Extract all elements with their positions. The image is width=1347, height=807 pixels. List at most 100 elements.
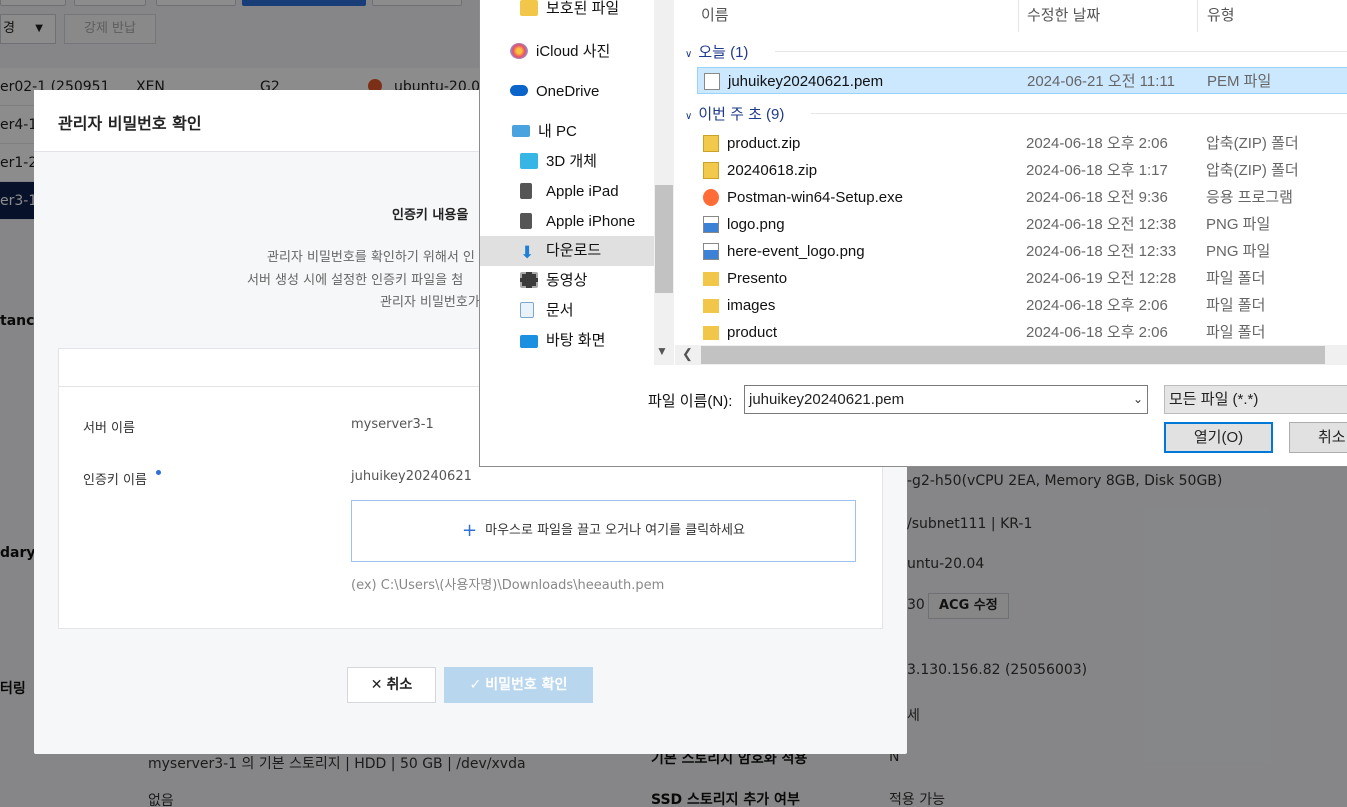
column-separator[interactable] <box>1197 0 1198 32</box>
nav-item-onedrive[interactable]: OneDrive <box>510 77 599 107</box>
3d-objects-icon <box>520 153 538 169</box>
file-icon <box>704 73 720 90</box>
download-icon: ⬇ <box>520 243 535 262</box>
auth-key-label: 인증키 이름 <box>83 473 147 488</box>
device-icon <box>520 183 532 199</box>
divider <box>811 113 1347 114</box>
file-type: 파일 폴더 <box>1206 324 1266 341</box>
nav-label: Apple iPhone <box>546 213 636 230</box>
group-today[interactable]: ∨ 오늘 (1) <box>685 41 748 62</box>
nav-label: OneDrive <box>536 83 600 100</box>
nav-label: Apple iPad <box>546 183 619 200</box>
dialog-cancel-button[interactable]: 취소 <box>1289 422 1347 453</box>
nav-item-desktop[interactable]: 바탕 화면 <box>520 326 605 356</box>
nav-scrollbar-thumb[interactable] <box>655 185 673 293</box>
nav-label: 내 PC <box>538 123 577 140</box>
postman-icon <box>703 189 719 206</box>
required-indicator <box>156 470 161 475</box>
chevron-down-icon[interactable]: ⌄ <box>1133 386 1143 413</box>
file-date: 2024-06-18 오전 12:33 <box>1026 243 1177 260</box>
check-icon: ✓ <box>469 677 482 693</box>
file-drop-zone[interactable]: + 마우스로 파일을 끌고 오거나 여기를 클릭하세요 <box>351 500 856 562</box>
file-type: 압축(ZIP) 폴더 <box>1206 135 1299 152</box>
nav-item-downloads[interactable]: ⬇ 다운로드 <box>480 236 654 266</box>
divider <box>775 51 1347 52</box>
file-row[interactable]: product 2024-06-18 오후 2:06 파일 폴더 <box>697 319 1347 346</box>
nav-label: 다운로드 <box>546 242 602 259</box>
modal-message-line: 서버 생성 시에 설정한 인증키 파일을 첨 <box>247 273 464 288</box>
close-icon: ✕ <box>370 677 383 693</box>
folder-icon <box>703 299 719 313</box>
file-row-selected[interactable]: juhuikey20240621.pem 2024-06-21 오전 11:11… <box>697 67 1347 94</box>
file-row[interactable]: images 2024-06-18 오후 2:06 파일 폴더 <box>697 292 1347 319</box>
nav-item-videos[interactable]: 동영상 <box>520 266 587 296</box>
nav-item-this-pc[interactable]: 내 PC <box>512 117 577 147</box>
document-icon <box>520 302 534 318</box>
modal-message-line: 관리자 비밀번호가 <box>380 295 480 310</box>
file-name: juhuikey20240621.pem <box>728 73 884 90</box>
chevron-left-icon[interactable]: ❮ <box>682 346 693 362</box>
file-type: PNG 파일 <box>1206 243 1271 260</box>
filename-input[interactable]: juhuikey20240621.pem ⌄ <box>744 385 1148 414</box>
file-list: 이름 수정한 날짜 유형 ∨ 오늘 (1) juhuikey20240621.pe… <box>675 0 1347 365</box>
confirm-label: 비밀번호 확인 <box>485 677 568 693</box>
plus-icon: + <box>462 520 478 541</box>
nav-label: 3D 개체 <box>546 153 597 170</box>
column-separator[interactable] <box>1018 0 1019 32</box>
group-label: 오늘 (1) <box>698 44 749 61</box>
open-button[interactable]: 열기(O) <box>1164 422 1273 453</box>
confirm-password-button[interactable]: ✓ 비밀번호 확인 <box>444 667 593 703</box>
nav-item-apple-ipad[interactable]: Apple iPad <box>520 177 619 207</box>
file-name: here-event_logo.png <box>727 243 865 260</box>
file-row[interactable]: Presento 2024-06-19 오전 12:28 파일 폴더 <box>697 265 1347 292</box>
filetype-select[interactable]: 모든 파일 (*.*) <box>1164 385 1347 414</box>
file-date: 2024-06-21 오전 11:11 <box>1027 73 1175 90</box>
file-name: Presento <box>727 270 788 287</box>
nav-item-protected-files[interactable]: 보호된 파일 <box>520 0 619 24</box>
file-name: Postman-win64-Setup.exe <box>727 189 903 206</box>
file-name: product <box>727 324 778 341</box>
zip-icon <box>703 162 719 179</box>
file-row[interactable]: logo.png 2024-06-18 오전 12:38 PNG 파일 <box>697 211 1347 238</box>
nav-item-documents[interactable]: 문서 <box>520 296 574 326</box>
column-header-modified[interactable]: 수정한 날짜 <box>1027 4 1100 25</box>
file-name: logo.png <box>727 216 785 233</box>
file-date: 2024-06-18 오후 1:17 <box>1026 162 1168 179</box>
open-file-dialog: 보호된 파일 iCloud 사진 OneDrive 내 PC 3D 개체 App… <box>479 0 1347 467</box>
file-date: 2024-06-18 오후 2:06 <box>1026 324 1168 341</box>
horizontal-scrollbar-thumb[interactable] <box>701 346 1325 364</box>
chevron-down-icon[interactable]: ▼ <box>656 344 668 358</box>
server-name-value: myserver3-1 <box>351 417 434 432</box>
group-earlier-this-week[interactable]: ∨ 이번 주 초 (9) <box>685 103 784 124</box>
nav-item-icloud-photos[interactable]: iCloud 사진 <box>510 37 610 67</box>
file-type: 파일 폴더 <box>1206 297 1266 314</box>
chevron-down-icon: ∨ <box>685 111 693 122</box>
file-date: 2024-06-18 오후 2:06 <box>1026 135 1168 152</box>
column-header-type[interactable]: 유형 <box>1207 4 1235 25</box>
column-header-name[interactable]: 이름 <box>701 4 729 25</box>
image-icon <box>703 243 719 260</box>
file-row[interactable]: product.zip 2024-06-18 오후 2:06 압축(ZIP) 폴… <box>697 130 1347 157</box>
desktop-icon <box>520 335 538 348</box>
modal-message-title: 인증키 내용을 <box>392 208 469 223</box>
file-date: 2024-06-19 오전 12:28 <box>1026 270 1177 287</box>
file-row[interactable]: 20240618.zip 2024-06-18 오후 1:17 압축(ZIP) … <box>697 157 1347 184</box>
icloud-photos-icon <box>510 43 528 59</box>
file-row[interactable]: here-event_logo.png 2024-06-18 오전 12:33 … <box>697 238 1347 265</box>
server-name-label: 서버 이름 <box>83 421 135 436</box>
video-icon <box>520 272 538 288</box>
file-row[interactable]: Postman-win64-Setup.exe 2024-06-18 오전 9:… <box>697 184 1347 211</box>
folder-icon <box>703 272 719 286</box>
nav-item-3d-objects[interactable]: 3D 개체 <box>520 147 597 177</box>
cancel-label: 취소 <box>386 677 413 693</box>
zip-icon <box>703 135 719 152</box>
cancel-button[interactable]: ✕ 취소 <box>347 667 436 703</box>
auth-key-value: juhuikey20240621 <box>351 469 472 484</box>
nav-item-apple-iphone[interactable]: Apple iPhone <box>520 207 635 237</box>
file-name: 20240618.zip <box>727 162 818 179</box>
nav-scrollbar[interactable] <box>654 0 674 365</box>
pc-icon <box>512 125 530 137</box>
file-type: 응용 프로그램 <box>1206 189 1293 206</box>
file-type: 압축(ZIP) 폴더 <box>1206 162 1299 179</box>
folder-icon <box>520 0 538 16</box>
